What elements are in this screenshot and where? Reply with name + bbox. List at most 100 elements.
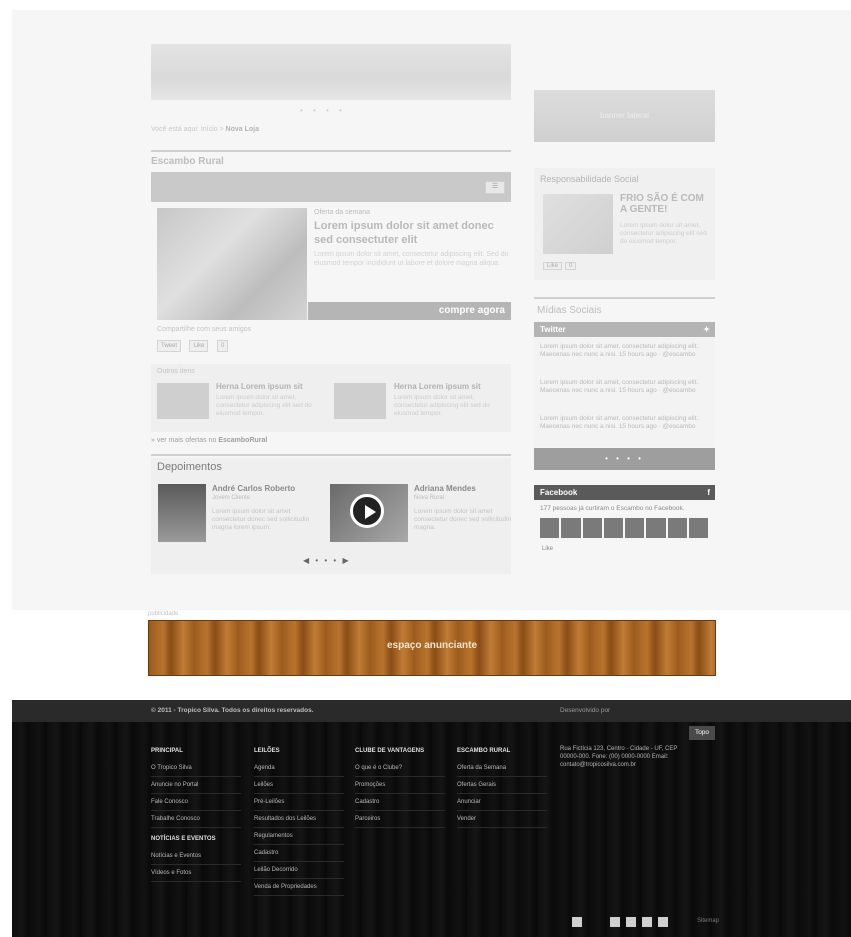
play-icon[interactable]	[350, 494, 384, 528]
tweet[interactable]: Lorem ipsum dolor sit amet, consectetur …	[540, 343, 710, 359]
section-title: Escambo Rural	[151, 156, 224, 167]
hero-pager[interactable]: • • • •	[300, 106, 346, 115]
flickr-icon[interactable]	[658, 917, 668, 927]
footer-credit[interactable]: Desenvolvido por	[560, 707, 610, 714]
avatar[interactable]	[603, 518, 623, 538]
tweet[interactable]: Lorem ipsum dolor sit amet, consectetur …	[540, 379, 710, 395]
divider	[534, 297, 715, 299]
facebook-fans[interactable]	[540, 518, 708, 538]
facebook-text: 177 pessoas já curtiram o Escambo no Fac…	[540, 505, 685, 512]
ad-text: espaço anunciante	[386, 640, 478, 651]
footer-column: LEILÕES Agenda Leilões Pré-Leilões Resul…	[254, 748, 344, 896]
footer-link[interactable]: Notícias e Eventos	[151, 848, 241, 865]
product-description: Lorem ipsum dolor sit amet, consectetur …	[314, 251, 509, 267]
related-image[interactable]	[157, 383, 209, 419]
social-responsibility-headline[interactable]: FRIO SÃO É COM A GENTE!	[620, 193, 710, 215]
footer-link[interactable]: Anunciar	[457, 794, 547, 811]
testimonial-role: Nova Rural	[414, 495, 445, 501]
breadcrumb-current[interactable]: Nova Loja	[226, 126, 259, 133]
related-title[interactable]: Herna Lorem ipsum sit	[394, 382, 481, 391]
footer-link[interactable]: Cadastro	[254, 845, 344, 862]
footer-column-title: LEILÕES	[254, 748, 280, 754]
testimonials-title: Depoimentos	[157, 461, 222, 473]
more-offers-link[interactable]: » ver mais ofertas no EscamboRural	[151, 437, 267, 444]
footer-copyright: © 2011 - Tropico Silva. Todos os direito…	[151, 707, 314, 714]
facebook-icon[interactable]	[610, 917, 620, 927]
footer-link[interactable]: Venda de Propriedades	[254, 879, 344, 896]
avatar[interactable]	[540, 518, 560, 538]
like-button[interactable]: Like	[189, 340, 209, 352]
social-responsibility-title: Responsabilidade Social	[540, 174, 639, 184]
footer-link[interactable]: Vender	[457, 811, 547, 828]
avatar[interactable]	[582, 518, 602, 538]
section-bar	[151, 172, 511, 202]
social-responsibility-image[interactable]	[543, 194, 613, 254]
footer-link[interactable]: O que é o Clube?	[355, 760, 445, 777]
related-title[interactable]: Herna Lorem ipsum sit	[216, 382, 303, 391]
product-image[interactable]	[157, 208, 307, 320]
footer-link[interactable]: O Tropico Silva	[151, 760, 241, 777]
footer-link[interactable]: Promoções	[355, 777, 445, 794]
sitemap-link[interactable]: Sitemap	[697, 918, 719, 924]
twitter-icon[interactable]	[626, 917, 636, 927]
social-media-title: Mídias Sociais	[537, 305, 602, 316]
footer-link[interactable]: Parceiros	[355, 811, 445, 828]
testimonial-name: André Carlos Roberto	[212, 484, 296, 493]
footer-link[interactable]: Cadastro	[355, 794, 445, 811]
tweet[interactable]: Lorem ipsum dolor sit amet, consectetur …	[540, 415, 710, 431]
buy-now-button[interactable]: compre agora	[308, 302, 511, 320]
hero-banner[interactable]	[151, 44, 511, 100]
footer-link[interactable]: Pré-Leilões	[254, 794, 344, 811]
back-to-top-button[interactable]: Topo	[689, 726, 715, 740]
footer-topbar	[12, 700, 851, 722]
avatar[interactable]	[667, 518, 687, 538]
facebook-icon: f	[707, 488, 710, 497]
footer-link[interactable]: Ofertas Gerais	[457, 777, 547, 794]
footer-link[interactable]: Resultados dos Leilões	[254, 811, 344, 828]
social-responsibility-actions: Like 0	[543, 262, 579, 270]
footer-link[interactable]: Leilão Decorrido	[254, 862, 344, 879]
footer-link[interactable]: Trabalhe Conosco	[151, 811, 241, 828]
footer-column-title: NOTÍCIAS E EVENTOS	[151, 836, 216, 842]
footer-link[interactable]: Fale Conosco	[151, 794, 241, 811]
footer-link[interactable]: Oferta da Semana	[457, 760, 547, 777]
like-button[interactable]: Like	[543, 262, 563, 270]
related-body: Lorem ipsum dolor sit amet, consectetur …	[216, 394, 312, 417]
avatar[interactable]	[646, 518, 666, 538]
facebook-like-button[interactable]: Like	[542, 546, 553, 552]
testimonial-photo[interactable]	[158, 484, 206, 542]
footer-column: PRINCIPAL O Tropico Silva Anuncie no Por…	[151, 748, 241, 882]
related-label: Outros itens	[157, 368, 195, 375]
footer-link[interactable]: Agenda	[254, 760, 344, 777]
related-image[interactable]	[334, 383, 386, 419]
like-count: 0	[565, 262, 577, 270]
testimonial-text: Lorem ipsum dolor sit amet consectetur d…	[414, 508, 512, 531]
avatar[interactable]	[688, 518, 708, 538]
facebook-header: Facebook f	[534, 485, 715, 500]
tweet-button[interactable]: Tweet	[157, 340, 182, 352]
twitter-header: Twitter ✦	[534, 322, 715, 337]
footer-link[interactable]: Regulamentos	[254, 828, 344, 845]
product-kicker: Oferta da semana	[314, 209, 371, 216]
testimonials-pager[interactable]: ◀ • • • ▶	[303, 556, 351, 565]
youtube-icon[interactable]	[642, 917, 652, 927]
twitter-icon: ✦	[703, 325, 710, 334]
sidebar-banner[interactable]: banner lateral	[534, 90, 715, 142]
footer-link[interactable]: Vídeos e Fotos	[151, 865, 241, 882]
avatar[interactable]	[625, 518, 645, 538]
toggle-button[interactable]: ☰	[485, 181, 505, 194]
footer-link[interactable]: Anuncie no Portal	[151, 777, 241, 794]
product-title[interactable]: Lorem ipsum dolor sit amet donec sed con…	[314, 219, 509, 247]
divider	[151, 150, 511, 152]
testimonial-role: Jovem Cliente	[212, 495, 251, 501]
footer-link[interactable]: Leilões	[254, 777, 344, 794]
avatar[interactable]	[561, 518, 581, 538]
footer-address: Rua Fictícia 123, Centro - Cidade - UF, …	[560, 746, 678, 768]
twitter-pager[interactable]: • • • •	[534, 448, 715, 470]
share-row: Tweet Like 0	[157, 340, 232, 352]
footer-column-title: ESCAMBO RURAL	[457, 748, 511, 754]
rss-icon[interactable]	[572, 917, 582, 927]
testimonial-text: Lorem ipsum dolor sit amet consectetur d…	[212, 508, 310, 531]
ad-label: publicidade	[148, 611, 179, 617]
like-count: 0	[216, 340, 229, 352]
